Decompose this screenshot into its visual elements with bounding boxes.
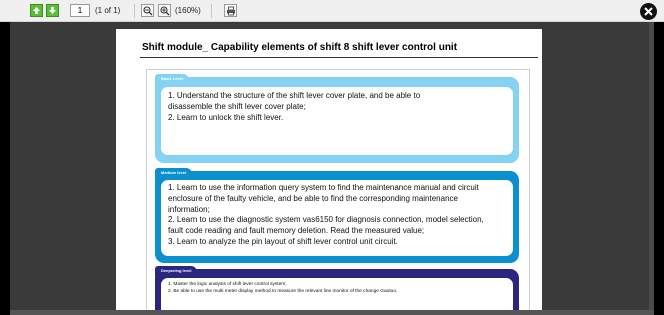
toolbar-divider	[134, 4, 135, 18]
text-line: 3. Learn to analyze the pin layout of sh…	[168, 236, 398, 246]
title-underline	[140, 57, 538, 58]
vertical-scrollbar[interactable]	[649, 22, 654, 315]
horizontal-scrollbar[interactable]	[10, 310, 654, 315]
right-frame	[654, 22, 664, 315]
close-button[interactable]	[640, 3, 657, 20]
print-button[interactable]	[224, 4, 237, 17]
text-line: 2. Learn to use the diagnostic system va…	[168, 215, 484, 225]
page-number-input[interactable]	[70, 4, 90, 17]
level-content: 1. Learn to use the information query sy…	[161, 180, 513, 256]
document-page: Shift module_ Capability elements of shi…	[116, 29, 542, 315]
close-icon	[644, 7, 653, 16]
left-frame	[0, 22, 10, 315]
medium-level-section: Medium level 1. Learn to use the informa…	[155, 168, 519, 263]
viewer-toolbar: (1 of 1) (160%)	[0, 0, 664, 22]
text-line: 1. Understand the structure of the shift…	[168, 91, 421, 100]
level-tab: Basic Level	[155, 74, 190, 84]
toolbar-divider	[211, 4, 212, 18]
text-line: 1. Learn to use the information query sy…	[168, 183, 479, 192]
text-line: 2. Learn to unlock the shift lever.	[168, 112, 284, 122]
text-line: disassemble the shift lever cover plate;	[168, 101, 306, 111]
text-line: 2. Be able to use the multi meter displa…	[168, 289, 398, 294]
basic-level-section: Basic Level 1. Understand the structure …	[155, 74, 519, 163]
arrow-down-icon	[49, 7, 56, 14]
page-count-label: (1 of 1)	[95, 6, 121, 15]
previous-page-button[interactable]	[30, 4, 43, 17]
text-line: 1. Master the logic analysis of shift le…	[168, 282, 287, 287]
text-line: information;	[168, 204, 210, 214]
zoom-out-icon	[142, 5, 152, 15]
level-content: 1. Understand the structure of the shift…	[161, 87, 513, 155]
zoom-level-label: (160%)	[175, 6, 201, 15]
next-page-button[interactable]	[46, 4, 59, 17]
zoom-out-button[interactable]	[141, 4, 154, 17]
deepening-level-section: Deepening level 1. Master the logic anal…	[155, 266, 519, 315]
document-title: Shift module_ Capability elements of shi…	[142, 42, 458, 53]
capability-panel: Basic Level 1. Understand the structure …	[146, 69, 530, 315]
zoom-in-icon	[159, 5, 169, 15]
level-tab: Deepening level	[155, 266, 198, 276]
print-icon	[226, 6, 235, 15]
text-line: fault code reading and fault memory dele…	[168, 226, 425, 236]
level-tab: Medium level	[155, 168, 193, 178]
document-viewport[interactable]: Shift module_ Capability elements of shi…	[10, 22, 654, 315]
text-line: enclosure of the faulty vehicle, and be …	[168, 193, 458, 203]
zoom-in-button[interactable]	[158, 4, 171, 17]
arrow-up-icon	[33, 7, 40, 14]
